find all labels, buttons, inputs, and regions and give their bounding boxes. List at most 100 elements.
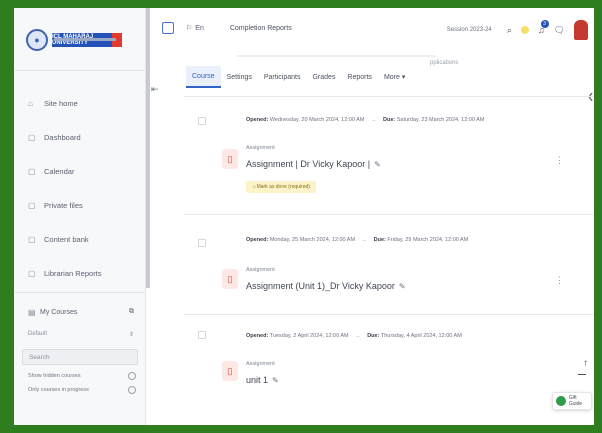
- activity-card: Opened: Tuesday, 2 April 2024, 12:00 AM …: [184, 314, 594, 414]
- status-dot: [520, 26, 529, 34]
- arrow-icon: →: [355, 333, 361, 339]
- header-divider: [236, 55, 436, 57]
- tab-participants[interactable]: Participants: [258, 66, 307, 88]
- sidebar-item-site-home[interactable]: ⌂ Site home: [14, 86, 146, 120]
- tab-more[interactable]: More ▾: [378, 66, 411, 88]
- sidebar-item-librarian-reports[interactable]: ▢ Librarian Reports: [14, 256, 146, 290]
- sidebar-item-label: Dashboard: [44, 132, 81, 142]
- my-courses-section: ▤ My Courses ⧉ Default ⇕ Search Show hid…: [14, 301, 146, 397]
- opened-label: Opened:: [246, 237, 269, 243]
- gift-icon: [556, 396, 566, 406]
- arrow-icon: →: [370, 117, 377, 123]
- sidebar-divider: [14, 292, 146, 293]
- calendar-icon: ▢: [28, 166, 36, 176]
- page-title: Completion Reports: [229, 24, 292, 32]
- report-icon: ▢: [28, 268, 36, 278]
- only-in-progress-option[interactable]: Only courses in progress: [14, 383, 146, 397]
- activity-select-checkbox[interactable]: [198, 239, 206, 247]
- option-label: Show hidden courses: [28, 373, 81, 379]
- completion-badge[interactable]: ☼ Mark as done (required): [246, 181, 316, 193]
- arrow-icon: →: [361, 237, 368, 243]
- opened-date: Wednesday, 20 March 2024, 12:00 AM: [269, 117, 365, 123]
- due-date: Thursday, 4 April 2024, 12:00 AM: [380, 333, 462, 339]
- toggle-icon[interactable]: [128, 372, 136, 380]
- sidebar-item-calendar[interactable]: ▢ Calendar: [14, 154, 146, 188]
- toggle-icon[interactable]: [128, 386, 136, 394]
- sidebar-item-label: Calendar: [44, 166, 75, 176]
- sort-icon[interactable]: ⇕: [129, 331, 134, 338]
- assignment-icon: ▯: [222, 149, 238, 169]
- sidebar: ● ICL MAHARAJ UNIVERSITY ⌂ Site home ▢ D…: [14, 8, 146, 425]
- sidebar-item-label: Private files: [44, 200, 83, 210]
- my-courses-label: My Courses: [40, 308, 78, 316]
- activity-name: Assignment (Unit 1)_Dr Vicky Kapoor: [246, 281, 395, 291]
- activity-name: unit 1: [246, 375, 269, 385]
- gift-guide-label: Gift Guide: [568, 395, 583, 407]
- activity-link[interactable]: Assignment | Dr Vicky Kapoor | ✎: [246, 159, 381, 169]
- activity-select-checkbox[interactable]: [198, 331, 206, 339]
- sidebar-item-label: Librarian Reports: [44, 268, 102, 278]
- badge-label: Mark as done (required): [256, 184, 310, 190]
- drawer-toggle-icon[interactable]: ⇤: [151, 84, 159, 95]
- due-date: Friday, 29 March 2024, 12:00 AM: [387, 237, 469, 243]
- edit-pencil-icon[interactable]: ✎: [399, 282, 406, 291]
- my-courses-header[interactable]: ▤ My Courses ⧉: [14, 301, 146, 323]
- kebab-menu-icon[interactable]: ⋮: [555, 275, 564, 286]
- university-seal-icon: ●: [26, 29, 48, 51]
- sidebar-nav: ⌂ Site home ▢ Dashboard ▢ Calendar ▢ Pri…: [14, 86, 146, 290]
- activity-link[interactable]: unit 1 ✎: [246, 375, 279, 385]
- due-label: Due:: [373, 237, 386, 243]
- tab-settings[interactable]: Settings: [221, 66, 258, 88]
- kebab-menu-icon[interactable]: ⋮: [555, 155, 564, 166]
- scroll-top-underline: [578, 374, 586, 375]
- activity-select-checkbox[interactable]: [198, 117, 206, 125]
- activity-dates: Opened: Monday, 25 March 2024, 12:00 AM …: [246, 237, 468, 243]
- show-hidden-courses-option[interactable]: Show hidden courses: [14, 369, 146, 383]
- due-date: Saturday, 23 March 2024, 12:00 AM: [396, 117, 485, 123]
- assignment-icon: ▯: [222, 269, 238, 289]
- content-bank-icon: ▢: [28, 234, 36, 244]
- messages-icon[interactable]: 🗨: [554, 25, 565, 36]
- scroll-top-icon[interactable]: ↑: [583, 358, 588, 369]
- sidebar-item-dashboard[interactable]: ▢ Dashboard: [14, 120, 146, 154]
- activity-card: Opened: Wednesday, 20 March 2024, 12:00 …: [184, 96, 594, 214]
- sidebar-item-label: Site home: [44, 98, 78, 108]
- language-button[interactable]: ⚐ En: [186, 24, 204, 33]
- edit-pencil-icon[interactable]: ✎: [374, 160, 381, 169]
- opened-date: Tuesday, 2 April 2024, 12:00 AM: [269, 333, 349, 339]
- due-label: Due:: [382, 117, 396, 123]
- sidebar-item-private-files[interactable]: ▢ Private files: [14, 188, 146, 222]
- sidebar-toggle-icon[interactable]: [162, 22, 174, 34]
- activity-type: Assignment: [246, 267, 275, 273]
- activity-dates: Opened: Tuesday, 2 April 2024, 12:00 AM …: [246, 333, 462, 339]
- tab-reports[interactable]: Reports: [341, 66, 378, 88]
- top-bar: ⚐ En Completion Reports Session 2023-24 …: [150, 8, 594, 48]
- avatar[interactable]: [574, 20, 588, 40]
- notification-badge: 3: [540, 20, 549, 28]
- course-search-input[interactable]: Search: [22, 349, 138, 365]
- flag-icon: ⚐: [186, 25, 193, 32]
- activity-card: Opened: Monday, 25 March 2024, 12:00 AM …: [184, 214, 594, 314]
- app-window: ● ICL MAHARAJ UNIVERSITY ⌂ Site home ▢ D…: [14, 8, 594, 425]
- option-label: Only courses in progress: [28, 387, 89, 393]
- search-icon[interactable]: ⌕: [507, 25, 512, 36]
- tab-course[interactable]: Course: [186, 66, 221, 88]
- activity-type: Assignment: [246, 145, 275, 151]
- course-filter-value: Default: [28, 331, 48, 337]
- course-filter[interactable]: Default ⇕: [14, 323, 146, 345]
- activity-dates: Opened: Wednesday, 20 March 2024, 12:00 …: [246, 117, 484, 123]
- activity-link[interactable]: Assignment (Unit 1)_Dr Vicky Kapoor ✎: [246, 281, 406, 291]
- edit-pencil-icon[interactable]: ✎: [272, 376, 279, 385]
- course-tabs: Course Settings Participants Grades Repo…: [186, 66, 411, 88]
- expand-icon[interactable]: ⧉: [129, 308, 134, 316]
- activity-type: Assignment: [246, 361, 275, 367]
- due-label: Due:: [367, 333, 380, 339]
- sidebar-scrollbar[interactable]: [146, 8, 150, 288]
- gift-guide-button[interactable]: Gift Guide: [552, 392, 592, 410]
- tab-grades[interactable]: Grades: [306, 66, 341, 88]
- sidebar-item-content-bank[interactable]: ▢ Content bank: [14, 222, 146, 256]
- notification-bell-icon[interactable]: ♫ 3: [538, 20, 549, 35]
- sidebar-divider: [14, 70, 146, 71]
- opened-date: Monday, 25 March 2024, 12:00 AM: [269, 237, 356, 243]
- sidebar-item-label: Content bank: [44, 234, 89, 244]
